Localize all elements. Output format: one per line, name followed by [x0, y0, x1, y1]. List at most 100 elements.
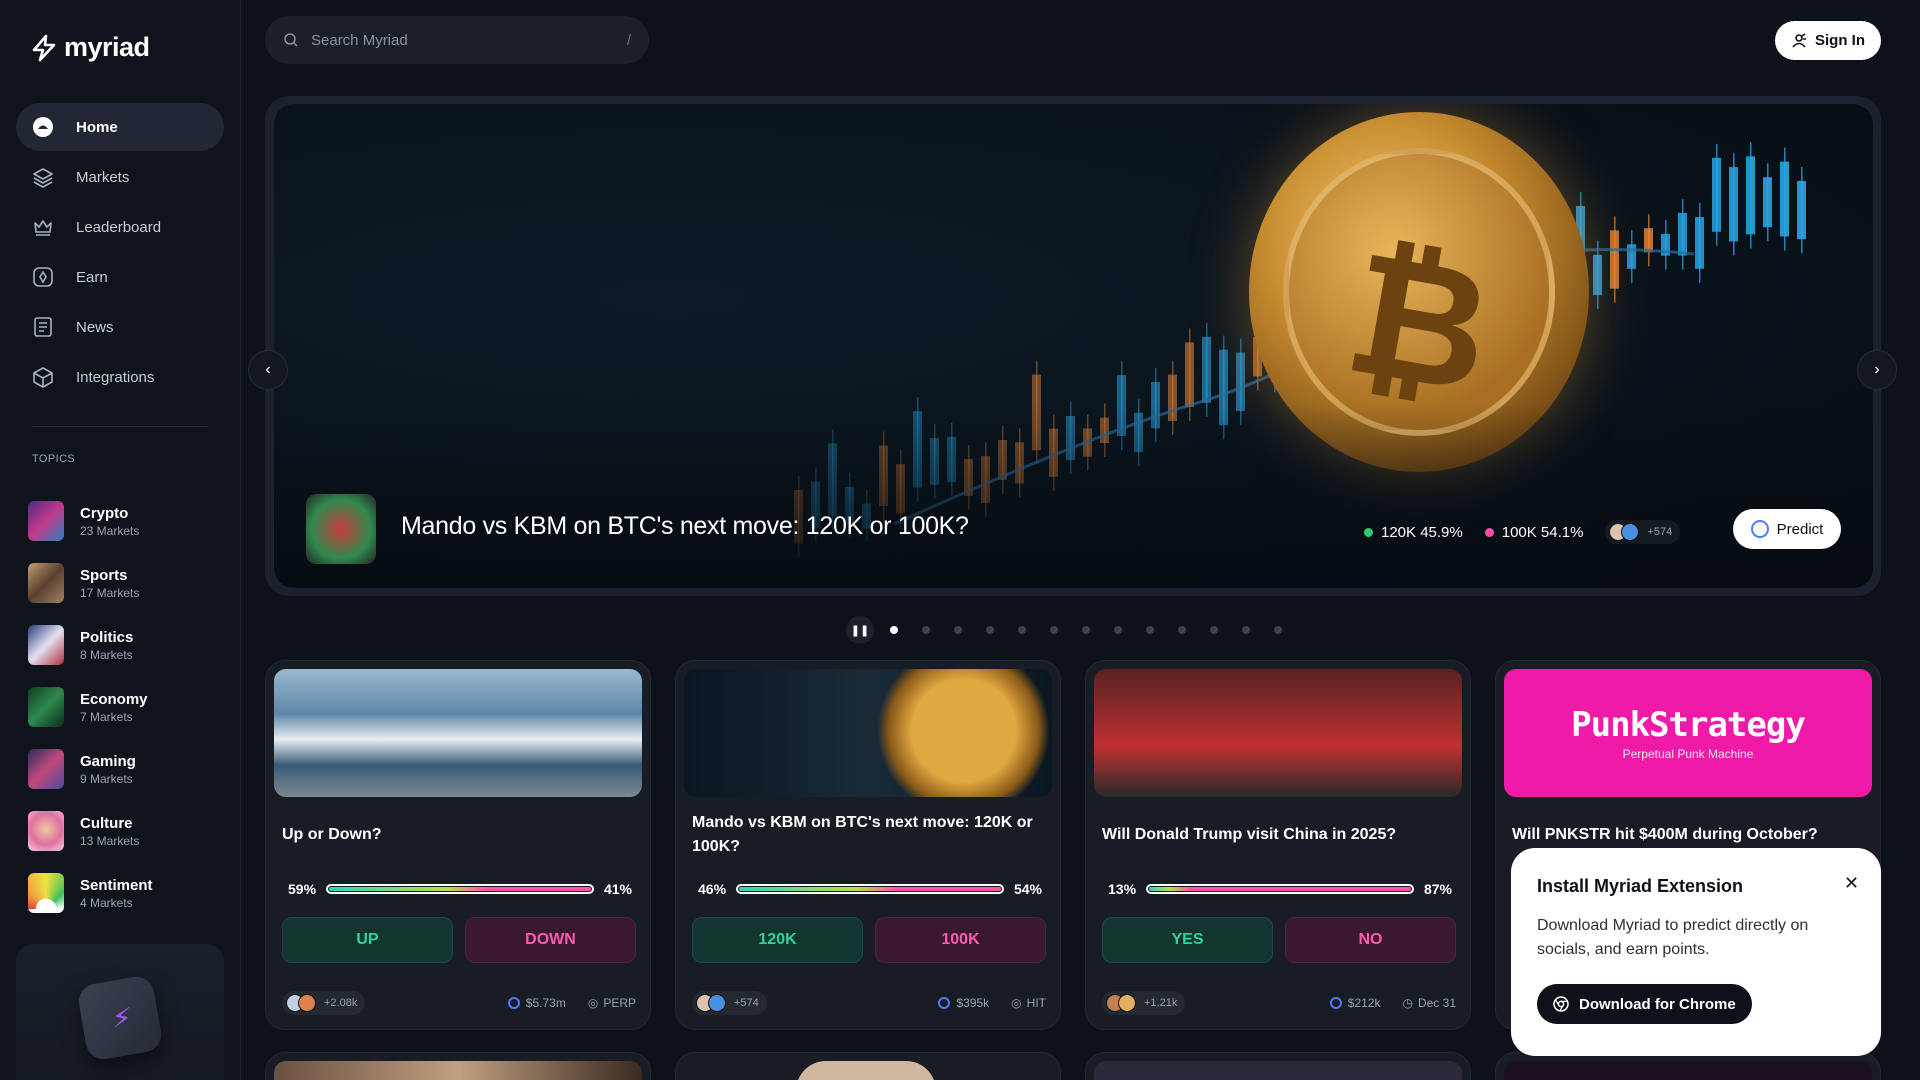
- nav-markets[interactable]: Markets: [16, 153, 224, 201]
- odds-bar: 13% 87%: [1108, 881, 1452, 897]
- carousel-dot[interactable]: [1274, 626, 1282, 634]
- carousel-pager: ❚❚: [846, 616, 1306, 644]
- market-question[interactable]: Mando vs KBM on BTC's next move: 120K or…: [692, 811, 1042, 859]
- predict-label: Predict: [1776, 520, 1824, 538]
- carousel-dot[interactable]: [986, 626, 994, 634]
- topic-sentiment[interactable]: Sentiment 4 Markets: [28, 862, 153, 924]
- search-input[interactable]: [311, 31, 615, 49]
- extension-promo[interactable]: ⚡: [16, 944, 224, 1080]
- search-icon: [284, 33, 298, 47]
- yes-button[interactable]: YES: [1102, 917, 1273, 963]
- nav-news[interactable]: News: [16, 303, 224, 351]
- search-bar[interactable]: /: [265, 16, 649, 64]
- sidebar-divider: [32, 426, 208, 427]
- topic-thumbnail: [28, 811, 64, 851]
- odds-bar: 59% 41%: [288, 881, 632, 897]
- topic-count: 23 Markets: [80, 523, 140, 538]
- download-chrome-button[interactable]: Download for Chrome: [1537, 984, 1752, 1024]
- market-card-partial[interactable]: [1495, 1052, 1881, 1080]
- main-nav: Home Markets Leaderboard Earn News Integ…: [16, 103, 224, 403]
- hero-banner[interactable]: ₿ Mando vs KBM on BTC's next move: 120K …: [274, 104, 1873, 588]
- hero-next-button[interactable]: ›: [1857, 350, 1897, 390]
- no-button[interactable]: NO: [1285, 917, 1456, 963]
- hero-market-avatar: [306, 494, 376, 564]
- volume-icon: [938, 997, 951, 1009]
- hero-candle-wick: [1206, 322, 1208, 417]
- topic-sports[interactable]: Sports 17 Markets: [28, 552, 153, 614]
- clock-icon: ◷: [1402, 996, 1413, 1010]
- carousel-dot[interactable]: [1018, 626, 1026, 634]
- nav-earn[interactable]: Earn: [16, 253, 224, 301]
- hero-shade: [274, 404, 1873, 588]
- topic-culture[interactable]: Culture 13 Markets: [28, 800, 153, 862]
- chevron-left-icon: ‹: [265, 361, 271, 378]
- topic-name: Culture: [80, 814, 133, 832]
- nav-label: Home: [76, 118, 118, 136]
- market-card[interactable]: Up or Down? 59% 41% UP DOWN +2.08k $5.73…: [265, 660, 651, 1030]
- topic-name: Gaming: [80, 752, 136, 770]
- topic-count: 17 Markets: [80, 585, 140, 600]
- market-card-partial[interactable]: [675, 1052, 1061, 1080]
- hero-candle-wick: [1665, 219, 1667, 270]
- nav-leaderboard[interactable]: Leaderboard: [16, 203, 224, 251]
- carousel-dot[interactable]: [1082, 626, 1090, 634]
- hero-title[interactable]: Mando vs KBM on BTC's next move: 120K or…: [401, 512, 969, 541]
- hero-stats: 120K 45.9% 100K 54.1% +574: [1364, 520, 1681, 544]
- sign-in-button[interactable]: Sign In: [1775, 21, 1881, 60]
- earn-icon: [33, 267, 53, 287]
- nav-home[interactable]: Home: [16, 103, 224, 151]
- chevron-right-icon: ›: [1874, 361, 1880, 378]
- hero-prev-button[interactable]: ‹: [248, 350, 288, 390]
- market-tag: PERP: [603, 996, 636, 1010]
- topic-thumbnail: [28, 687, 64, 727]
- predict-button[interactable]: Predict: [1733, 509, 1841, 549]
- home-icon: [33, 117, 53, 137]
- carousel-dot[interactable]: [890, 626, 898, 634]
- topics-heading: TOPICS: [32, 453, 76, 465]
- volume-icon: [507, 997, 520, 1009]
- carousel-dot[interactable]: [1050, 626, 1058, 634]
- carousel-dot[interactable]: [1146, 626, 1154, 634]
- yes-button[interactable]: 120K: [692, 917, 863, 963]
- hero-candle-wick: [1614, 216, 1616, 303]
- card-footer: +574 $395k ◎ HIT: [692, 991, 1046, 1015]
- topic-thumbnail: [28, 563, 64, 603]
- market-card-partial[interactable]: [1085, 1052, 1471, 1080]
- topic-economy[interactable]: Economy 7 Markets: [28, 676, 153, 738]
- market-card-partial[interactable]: [265, 1052, 651, 1080]
- market-question[interactable]: Will Donald Trump visit China in 2025?: [1102, 823, 1452, 847]
- topic-gaming[interactable]: Gaming 9 Markets: [28, 738, 153, 800]
- topic-name: Economy: [80, 690, 148, 708]
- logo[interactable]: myriad: [30, 32, 150, 63]
- topic-crypto[interactable]: Crypto 23 Markets: [28, 490, 153, 552]
- news-icon: [34, 317, 52, 337]
- topic-count: 8 Markets: [80, 647, 133, 662]
- topic-count: 4 Markets: [80, 895, 133, 910]
- nav-integrations[interactable]: Integrations: [16, 353, 224, 401]
- carousel-dot[interactable]: [1242, 626, 1250, 634]
- volume-icon: [1329, 997, 1342, 1009]
- carousel-dot[interactable]: [1178, 626, 1186, 634]
- carousel-dot[interactable]: [1210, 626, 1218, 634]
- market-image: [274, 669, 642, 797]
- market-question[interactable]: Will PNKSTR hit $400M during October?: [1512, 823, 1862, 847]
- topic-thumbnail: [28, 501, 64, 541]
- punkstrategy-logo: PunkStrategy: [1571, 705, 1806, 745]
- topic-politics[interactable]: Politics 8 Markets: [28, 614, 153, 676]
- market-card[interactable]: Will Donald Trump visit China in 2025? 1…: [1085, 660, 1471, 1030]
- market-question[interactable]: Up or Down?: [282, 823, 632, 847]
- hero-candle-wick: [1631, 230, 1633, 283]
- no-button[interactable]: 100K: [875, 917, 1046, 963]
- close-icon[interactable]: ✕: [1844, 873, 1859, 894]
- popup-title: Install Myriad Extension: [1537, 876, 1744, 896]
- carousel-dot[interactable]: [1114, 626, 1122, 634]
- carousel-dot[interactable]: [954, 626, 962, 634]
- yes-button[interactable]: UP: [282, 917, 453, 963]
- market-card[interactable]: Mando vs KBM on BTC's next move: 120K or…: [675, 660, 1061, 1030]
- volume: $395k: [956, 996, 990, 1010]
- carousel-dot[interactable]: [922, 626, 930, 634]
- brand-name: myriad: [64, 32, 150, 62]
- hero-candle-wick: [1733, 153, 1735, 256]
- pause-button[interactable]: ❚❚: [846, 616, 874, 644]
- no-button[interactable]: DOWN: [465, 917, 636, 963]
